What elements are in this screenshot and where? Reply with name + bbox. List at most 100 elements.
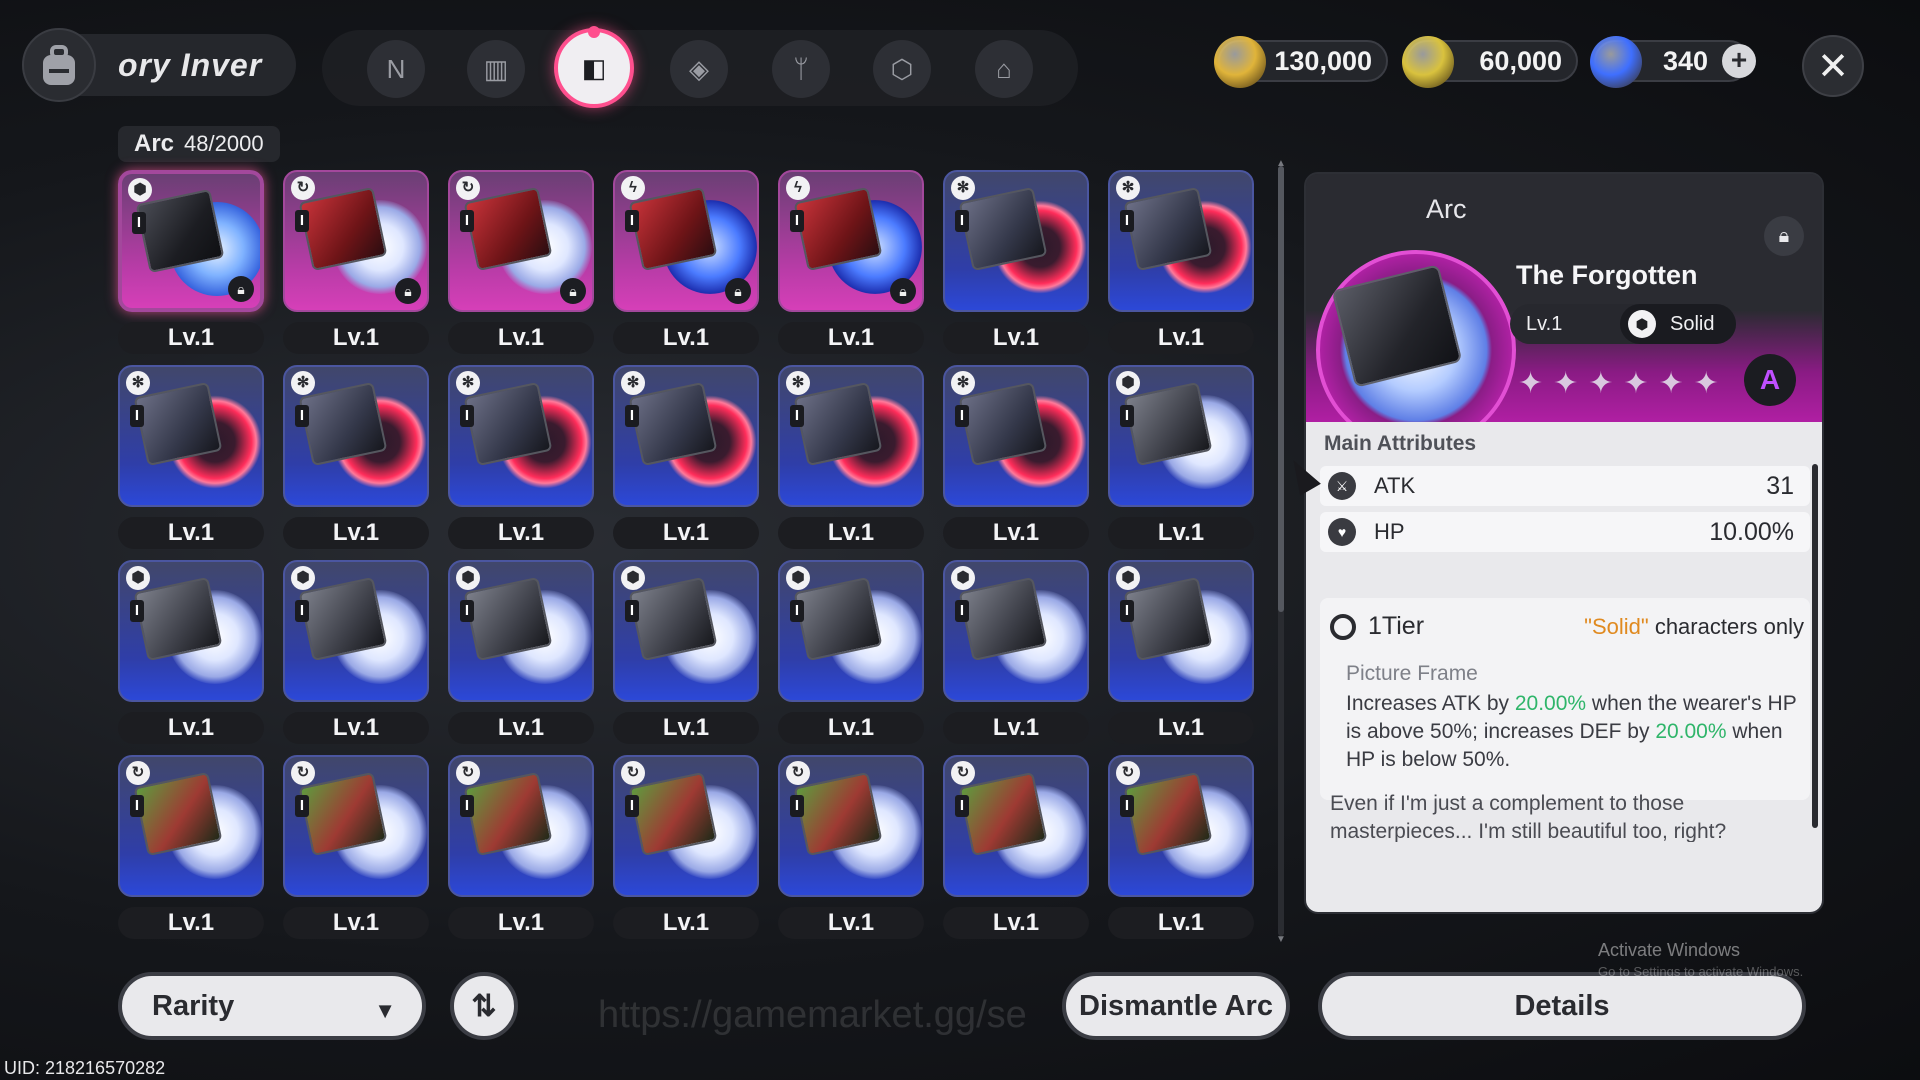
arc-item-slot[interactable]: ↻ I Lv.1 xyxy=(613,755,759,941)
arc-item-slot[interactable]: ⬢ I Lv.1 xyxy=(1108,365,1254,551)
skill-name: Picture Frame xyxy=(1346,662,1478,685)
tab-character[interactable]: N xyxy=(367,40,425,98)
arc-item-level: Lv.1 xyxy=(943,517,1089,549)
arc-item-slot[interactable]: ⬢ I Lv.1 xyxy=(118,560,264,746)
arc-item-slot[interactable]: ϟ I 🔒︎ Lv.1 xyxy=(613,170,759,356)
attribute-name: HP xyxy=(1374,519,1405,544)
detail-scrollbar[interactable] xyxy=(1812,464,1818,828)
ticket-icon xyxy=(1402,36,1454,88)
arc-item-slot[interactable]: ✻ I Lv.1 xyxy=(778,365,924,551)
arc-item-slot[interactable]: ⬢ I Lv.1 xyxy=(613,560,759,746)
arc-item-card[interactable]: ⬢ I xyxy=(118,560,264,702)
sort-icon: ⇅ xyxy=(471,989,497,1023)
arc-item-card[interactable]: ⬢ I xyxy=(283,560,429,702)
close-button[interactable]: ✕ xyxy=(1802,35,1864,97)
arc-item-card[interactable]: ⬢ I xyxy=(1108,560,1254,702)
arc-item-card[interactable]: ↻ I 🔒︎ xyxy=(283,170,429,312)
grid-scroll-thumb[interactable] xyxy=(1278,166,1284,612)
chevron-down-icon: ▼ xyxy=(374,998,396,1023)
arc-item-card[interactable]: ⬢ I xyxy=(943,560,1089,702)
watermark-text: https://gamemarket.gg/se xyxy=(598,994,1027,1036)
inventory-category-label: Arc xyxy=(134,130,175,157)
item-level-pill: Lv.1 ⬢ Solid xyxy=(1510,304,1736,344)
scroll-up-icon[interactable]: ▲ xyxy=(1276,159,1286,169)
tier-marker-icon: I xyxy=(1120,600,1134,622)
arc-item-level: Lv.1 xyxy=(943,907,1089,939)
arc-item-card[interactable]: ↻ I xyxy=(448,755,594,897)
rarity-filter-dropdown[interactable]: Rarity ▼ xyxy=(118,972,426,1040)
arc-item-slot[interactable]: ✻ I Lv.1 xyxy=(448,365,594,551)
scroll-down-icon[interactable]: ▼ xyxy=(1276,935,1286,945)
element-icon: ϟ xyxy=(786,176,810,200)
add-crystal-button[interactable]: + xyxy=(1722,44,1756,78)
skill-value: 20.00% xyxy=(1655,720,1727,743)
arc-item-slot[interactable]: ↻ I Lv.1 xyxy=(118,755,264,941)
tab-material[interactable]: ◈ xyxy=(670,40,728,98)
arc-item-slot[interactable]: ↻ I Lv.1 xyxy=(778,755,924,941)
arc-item-card[interactable]: ✻ I xyxy=(943,365,1089,507)
arc-item-slot[interactable]: ↻ I Lv.1 xyxy=(283,755,429,941)
arc-item-card[interactable]: ✻ I xyxy=(118,365,264,507)
lock-toggle-button[interactable]: 🔒︎ xyxy=(1764,216,1804,256)
tier-marker-icon: I xyxy=(790,210,804,232)
close-icon: ✕ xyxy=(1817,45,1849,88)
arc-item-slot[interactable]: ↻ I Lv.1 xyxy=(1108,755,1254,941)
arc-item-card[interactable]: ✻ I xyxy=(613,365,759,507)
tab-home[interactable]: ⌂ xyxy=(975,40,1033,98)
arc-item-level: Lv.1 xyxy=(613,907,759,939)
arc-item-card[interactable]: ⬢ I xyxy=(613,560,759,702)
arc-item-slot[interactable]: ⬢ I Lv.1 xyxy=(283,560,429,746)
dismantle-arc-button[interactable]: Dismantle Arc xyxy=(1062,972,1290,1040)
arc-item-card[interactable]: ⬢ I xyxy=(778,560,924,702)
arc-item-level: Lv.1 xyxy=(943,712,1089,744)
arc-item-card[interactable]: ↻ I xyxy=(613,755,759,897)
arc-item-card[interactable]: ✻ I xyxy=(448,365,594,507)
arc-item-card[interactable]: ↻ I xyxy=(943,755,1089,897)
tab-device[interactable]: ▥ xyxy=(467,40,525,98)
arc-item-card[interactable]: ✻ I xyxy=(778,365,924,507)
arc-item-card[interactable]: ↻ I xyxy=(1108,755,1254,897)
grid-scrollbar[interactable] xyxy=(1278,166,1284,936)
element-icon: ↻ xyxy=(1116,761,1140,785)
module-icon: ⬡ xyxy=(890,53,914,84)
arc-item-card[interactable]: ϟ I 🔒︎ xyxy=(613,170,759,312)
tab-arc[interactable]: ◧ xyxy=(554,28,634,108)
arc-item-card[interactable]: ↻ I 🔒︎ xyxy=(448,170,594,312)
tab-food[interactable]: ᛘ xyxy=(772,40,830,98)
arc-item-slot[interactable]: ✻ I Lv.1 xyxy=(943,170,1089,356)
arc-item-card[interactable]: ✻ I xyxy=(1108,170,1254,312)
arc-item-slot[interactable]: ✻ I Lv.1 xyxy=(1108,170,1254,356)
arc-item-card[interactable]: ϟ I 🔒︎ xyxy=(778,170,924,312)
tab-module[interactable]: ⬡ xyxy=(873,40,931,98)
material-icon: ◈ xyxy=(689,53,709,84)
sort-order-button[interactable]: ⇅ xyxy=(450,972,518,1040)
arc-item-card[interactable]: ↻ I xyxy=(778,755,924,897)
element-icon: ↻ xyxy=(621,761,645,785)
arc-item-slot[interactable]: ⬢ I Lv.1 xyxy=(1108,560,1254,746)
arc-item-slot[interactable]: ↻ I 🔒︎ Lv.1 xyxy=(448,170,594,356)
lock-icon: 🔒︎ xyxy=(228,276,254,302)
backpack-button[interactable] xyxy=(22,28,96,102)
arc-item-slot[interactable]: ↻ I Lv.1 xyxy=(448,755,594,941)
arc-item-slot[interactable]: ⬢ I 🔒︎ Lv.1 xyxy=(118,170,264,356)
detail-body: Main Attributes ⚔ ATK 31 ♥ HP 10.00% 1Ti… xyxy=(1306,422,1822,912)
arc-item-card[interactable]: ↻ I xyxy=(283,755,429,897)
arc-item-card[interactable]: ⬢ I 🔒︎ xyxy=(118,170,264,312)
arc-item-slot[interactable]: ↻ I Lv.1 xyxy=(943,755,1089,941)
arc-item-slot[interactable]: ⬢ I Lv.1 xyxy=(943,560,1089,746)
activate-windows-subtitle: Go to Settings to activate Windows. xyxy=(1598,964,1804,979)
arc-item-card[interactable]: ✻ I xyxy=(283,365,429,507)
arc-item-slot[interactable]: ↻ I 🔒︎ Lv.1 xyxy=(283,170,429,356)
arc-item-slot[interactable]: ⬢ I Lv.1 xyxy=(448,560,594,746)
arc-item-card[interactable]: ⬢ I xyxy=(1108,365,1254,507)
arc-item-slot[interactable]: ✻ I Lv.1 xyxy=(613,365,759,551)
arc-item-card[interactable]: ⬢ I xyxy=(448,560,594,702)
arc-item-card[interactable]: ↻ I xyxy=(118,755,264,897)
arc-item-slot[interactable]: ✻ I Lv.1 xyxy=(283,365,429,551)
arc-item-slot[interactable]: ⬢ I Lv.1 xyxy=(778,560,924,746)
details-button[interactable]: Details xyxy=(1318,972,1806,1040)
arc-item-slot[interactable]: ϟ I 🔒︎ Lv.1 xyxy=(778,170,924,356)
arc-item-slot[interactable]: ✻ I Lv.1 xyxy=(943,365,1089,551)
arc-item-card[interactable]: ✻ I xyxy=(943,170,1089,312)
arc-item-slot[interactable]: ✻ I Lv.1 xyxy=(118,365,264,551)
